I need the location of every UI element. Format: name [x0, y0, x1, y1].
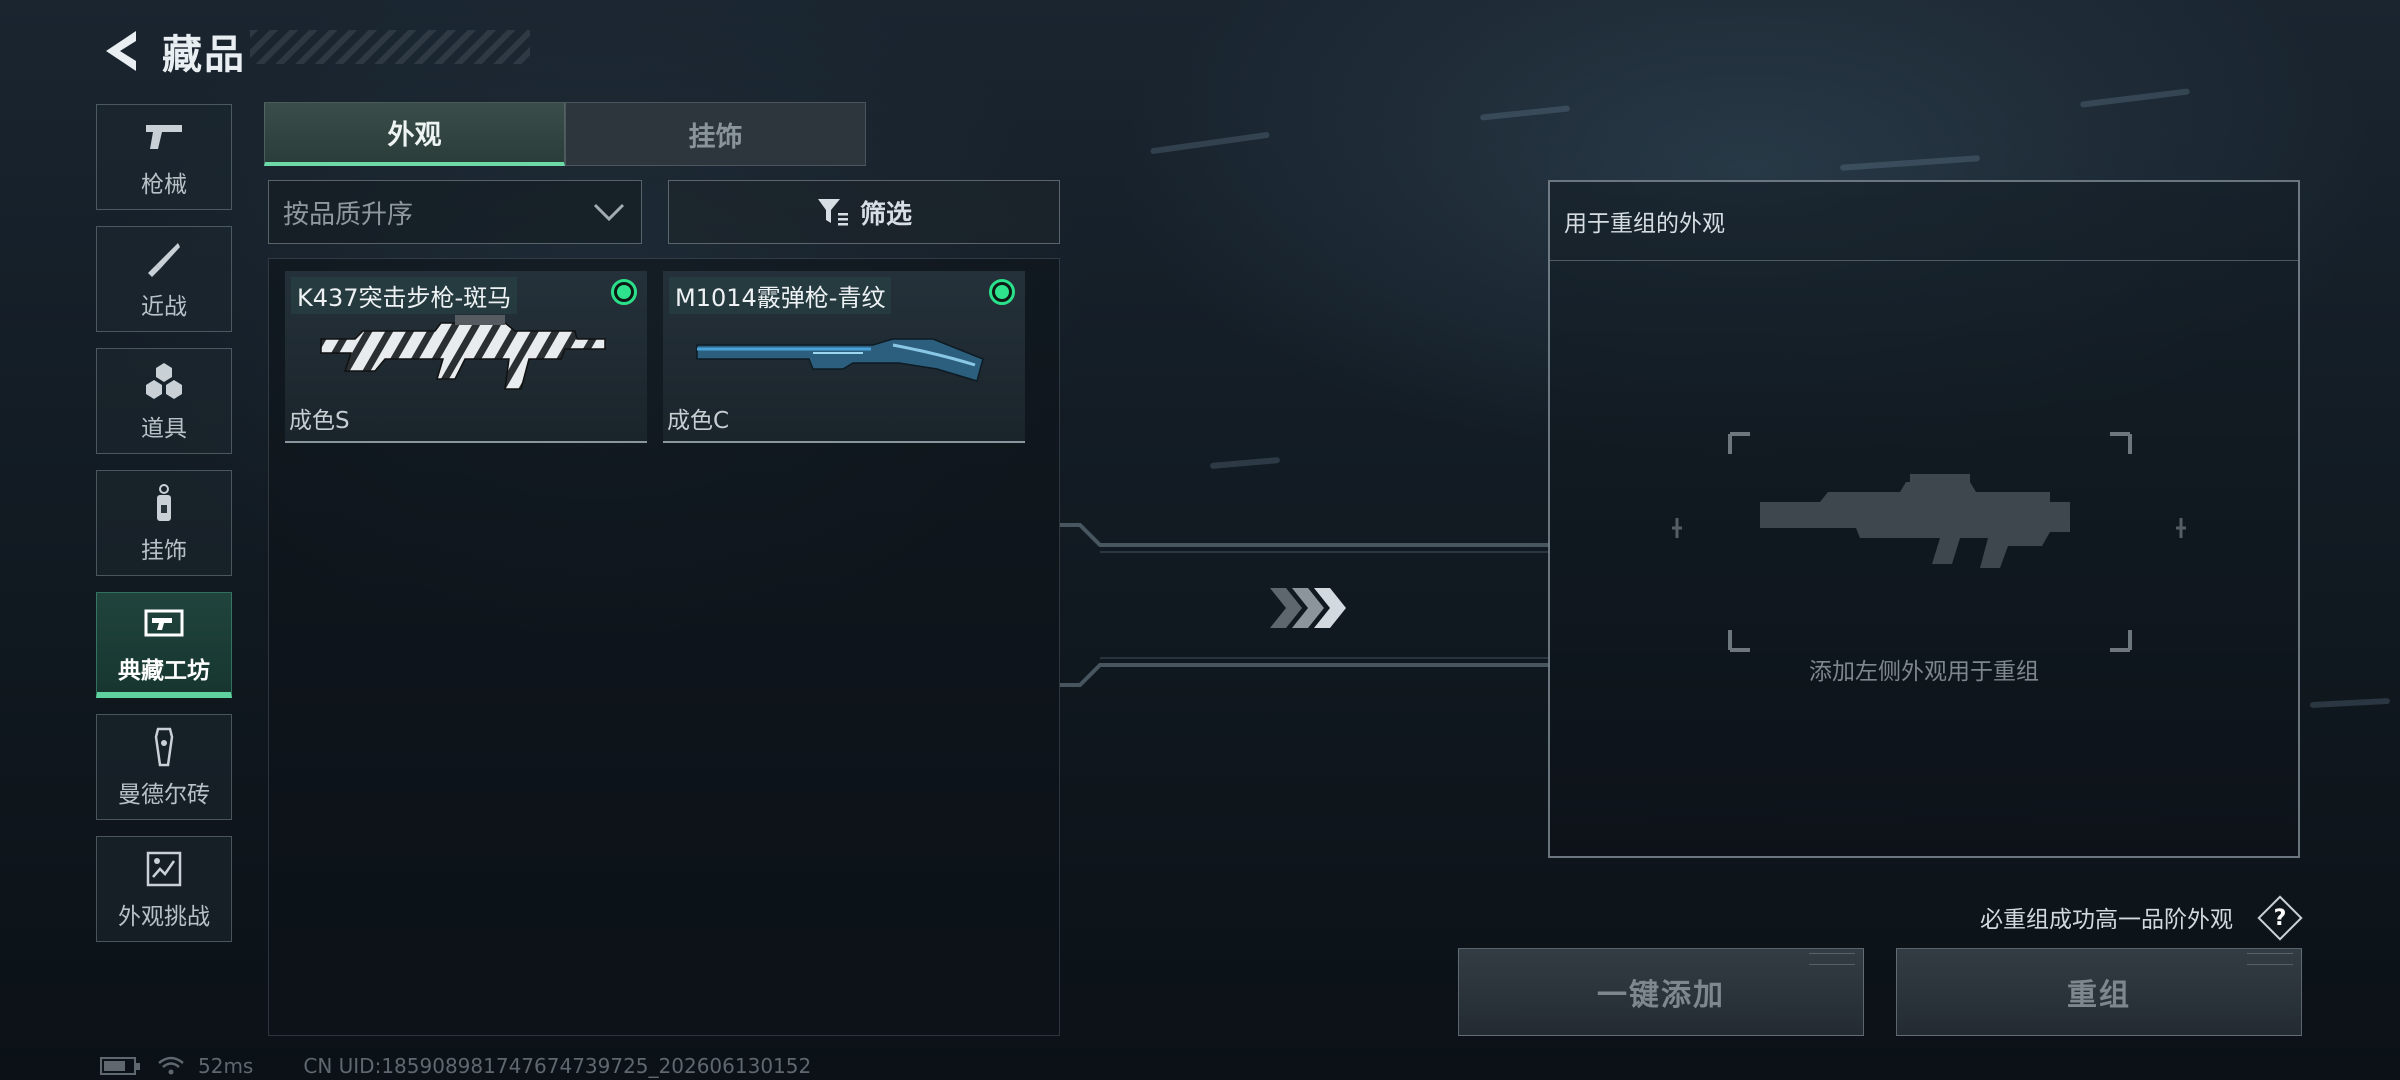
- battery-level: [104, 1061, 125, 1071]
- nav-label: 近战: [141, 294, 187, 320]
- nav-label: 外观挑战: [118, 904, 210, 930]
- nav-item-mandel-brick[interactable]: 曼德尔砖: [96, 714, 232, 820]
- bg-streak: [1839, 155, 1981, 171]
- forward-arrows-icon: [1270, 588, 1346, 628]
- skin-inventory: K437突击步枪-斑马 成色S M1014霰弹枪-青纹 成色C: [268, 258, 1060, 1036]
- transfer-connector: [1060, 523, 1550, 687]
- charm-icon: [142, 481, 186, 525]
- nav-item-guns[interactable]: 枪械: [96, 104, 232, 210]
- skin-grade: 成色C: [667, 408, 730, 434]
- skin-grade: 成色S: [289, 408, 350, 434]
- status-bar: 52ms CN UID:18590898174767473972​5_20260…: [100, 1054, 811, 1078]
- challenge-icon: [142, 847, 186, 891]
- filter-icon: [817, 199, 848, 226]
- nav-label: 典藏工坊: [118, 657, 210, 684]
- header: 藏品: [96, 22, 246, 80]
- back-arrow-icon: [106, 31, 136, 71]
- assault-rifle-zebra-image: [320, 315, 606, 390]
- tab-charms[interactable]: 挂饰: [565, 102, 866, 166]
- category-nav: 枪械 近战 道具 挂饰 典藏工坊 曼德尔砖 外观挑战: [96, 104, 234, 958]
- button-decoration: [2247, 953, 2293, 965]
- sort-label: 按品质升序: [283, 199, 414, 230]
- help-button[interactable]: ?: [2257, 895, 2303, 941]
- bg-streak: [1150, 131, 1270, 155]
- nav-item-skin-challenge[interactable]: 外观挑战: [96, 836, 232, 942]
- tab-bar: 外观 挂饰: [264, 102, 866, 166]
- workshop-icon: [142, 601, 186, 645]
- back-button[interactable]: [96, 25, 148, 77]
- wifi-icon: [158, 1056, 184, 1075]
- nav-item-workshop[interactable]: 典藏工坊: [96, 592, 232, 698]
- help-label: ?: [2273, 905, 2287, 931]
- reassemble-title: 用于重组的外观: [1550, 182, 2298, 261]
- battery-icon: [100, 1057, 140, 1075]
- filter-label: 筛选: [859, 199, 912, 230]
- ping-text: 52ms: [198, 1054, 254, 1078]
- reassemble-hint: 添加左侧外观用于重组: [1809, 659, 2039, 685]
- sort-dropdown[interactable]: 按品质升序: [268, 180, 642, 244]
- reassemble-panel: 用于重组的外观 添加左侧外观用于重组: [1548, 180, 2300, 858]
- bg-streak: [2080, 88, 2190, 108]
- filter-button[interactable]: 筛选: [668, 180, 1060, 244]
- nav-item-charms[interactable]: 挂饰: [96, 470, 232, 576]
- reassemble-slot[interactable]: [1670, 432, 2190, 652]
- nav-label: 枪械: [141, 172, 187, 198]
- selected-indicator: [611, 279, 637, 305]
- collection-screen: 藏品 枪械 近战 道具 挂饰 典藏工坊 曼德尔砖 外观挑战 外观 挂饰 按品质升…: [0, 0, 2400, 1080]
- pistol-icon: [142, 115, 186, 159]
- nav-label: 曼德尔砖: [118, 782, 210, 808]
- add-all-label: 一键添加: [1597, 978, 1725, 1013]
- reassemble-button[interactable]: 重组: [1896, 948, 2302, 1036]
- tab-appearance[interactable]: 外观: [264, 102, 565, 166]
- nav-item-melee[interactable]: 近战: [96, 226, 232, 332]
- bg-streak: [1209, 456, 1281, 470]
- success-note: 必重组成功高一品阶外观: [1980, 907, 2233, 933]
- knife-icon: [142, 237, 186, 281]
- nav-item-tools[interactable]: 道具: [96, 348, 232, 454]
- bg-streak: [2309, 697, 2391, 709]
- skin-card[interactable]: M1014霰弹枪-青纹 成色C: [663, 271, 1025, 443]
- button-decoration: [1809, 953, 1855, 965]
- chevron-down-icon: [593, 203, 625, 222]
- nav-label: 道具: [141, 416, 187, 442]
- header-decoration: [250, 30, 530, 64]
- rifle-placeholder-icon: [1760, 474, 2070, 568]
- skin-card[interactable]: K437突击步枪-斑马 成色S: [285, 271, 647, 443]
- brick-icon: [142, 725, 186, 769]
- nav-label: 挂饰: [141, 538, 187, 564]
- reassemble-label: 重组: [2067, 978, 2131, 1013]
- selected-indicator: [989, 279, 1015, 305]
- add-all-button[interactable]: 一键添加: [1458, 948, 1864, 1036]
- uid-text: CN UID:18590898174767473972​5_2026061301…: [303, 1054, 812, 1078]
- page-title: 藏品: [162, 32, 246, 78]
- bg-streak: [1479, 105, 1571, 121]
- grenades-icon: [142, 359, 186, 403]
- shotgun-cyan-image: [696, 338, 984, 382]
